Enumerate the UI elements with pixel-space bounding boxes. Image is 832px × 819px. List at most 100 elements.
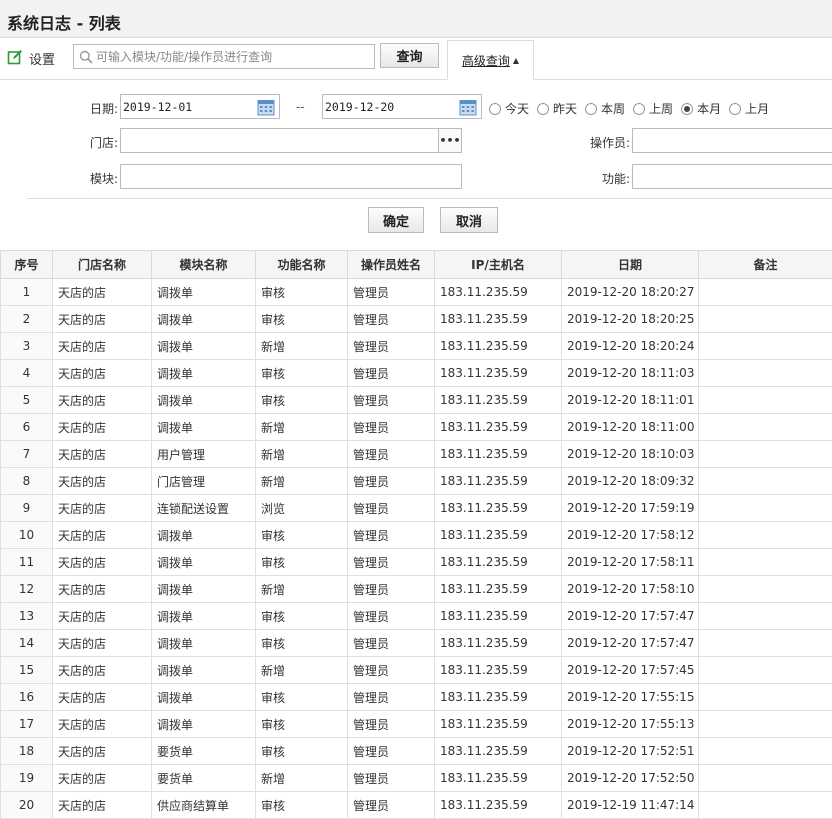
table-cell <box>698 413 832 441</box>
store-field[interactable]: ••• <box>120 128 462 153</box>
table-cell <box>698 440 832 468</box>
table-cell: 管理员 <box>347 332 435 360</box>
table-cell: 审核 <box>255 359 348 387</box>
date-to-field[interactable]: 2019-12-20 <box>322 94 482 119</box>
table-row[interactable]: 12 天店的店 调拨单 新增 管理员 183.11.235.59 2019-12-20 17… <box>0 575 832 603</box>
table-cell: 连锁配送设置 <box>151 494 256 522</box>
cancel-button[interactable]: 取消 <box>440 207 498 233</box>
settings-button[interactable]: 设置 <box>7 47 55 69</box>
table-cell: 2019-12-20 17:55:13 <box>561 710 699 738</box>
table-cell: 天店的店 <box>52 359 152 387</box>
table-row[interactable]: 10 天店的店 调拨单 审核 管理员 183.11.235.59 2019-12-20 17… <box>0 521 832 549</box>
table-cell <box>698 494 832 522</box>
radio-circle[interactable] <box>585 102 598 115</box>
radio-circle[interactable] <box>489 102 501 115</box>
query-button[interactable]: 查询 <box>380 43 439 68</box>
table-cell: 天店的店 <box>52 737 152 765</box>
column-header[interactable]: 备注 <box>698 250 832 279</box>
range-radio-1[interactable]: 昨天 <box>537 100 577 117</box>
table-row[interactable]: 5 天店的店 调拨单 审核 管理员 183.11.235.59 2019-12-20 18:… <box>0 386 832 414</box>
table-cell: 183.11.235.59 <box>434 629 562 657</box>
table-row[interactable]: 4 天店的店 调拨单 审核 管理员 183.11.235.59 2019-12-20 18:… <box>0 359 832 387</box>
table-cell: 天店的店 <box>52 575 152 603</box>
table-row[interactable]: 7 天店的店 用户管理 新增 管理员 183.11.235.59 2019-12-20 18… <box>0 440 832 468</box>
range-radio-5[interactable]: 上月 <box>729 100 769 117</box>
column-header[interactable]: 门店名称 <box>52 250 152 279</box>
table-cell: 管理员 <box>347 548 435 576</box>
confirm-button[interactable]: 确定 <box>368 207 424 233</box>
table-cell: 8 <box>0 467 53 495</box>
date-from-field[interactable]: 2019-12-01 <box>120 94 280 119</box>
table-cell: 要货单 <box>151 737 256 765</box>
table-cell: 183.11.235.59 <box>434 467 562 495</box>
table-cell: 用户管理 <box>151 440 256 468</box>
search-input[interactable] <box>96 47 372 66</box>
column-header[interactable]: IP/主机名 <box>434 250 562 279</box>
table-cell: 10 <box>0 521 53 549</box>
table-cell: 审核 <box>255 386 348 414</box>
column-header[interactable]: 模块名称 <box>151 250 256 279</box>
table-cell: 管理员 <box>347 278 435 306</box>
table-row[interactable]: 3 天店的店 调拨单 新增 管理员 183.11.235.59 2019-12-20 18:… <box>0 332 832 360</box>
table-cell: 审核 <box>255 710 348 738</box>
function-field[interactable] <box>632 164 832 189</box>
table-cell: 新增 <box>255 440 348 468</box>
table-cell: 20 <box>0 791 53 819</box>
table-cell: 新增 <box>255 656 348 684</box>
column-header[interactable]: 操作员姓名 <box>347 250 435 279</box>
radio-circle[interactable] <box>729 102 742 115</box>
table-row[interactable]: 20 天店的店 供应商结算单 审核 管理员 183.11.235.59 2019-12-19… <box>0 791 832 819</box>
table-cell: 2019-12-20 17:55:15 <box>561 683 699 711</box>
table-row[interactable]: 19 天店的店 要货单 新增 管理员 183.11.235.59 2019-12-20 17… <box>0 764 832 792</box>
table-row[interactable]: 8 天店的店 门店管理 新增 管理员 183.11.235.59 2019-12-20 18… <box>0 467 832 495</box>
table-cell: 门店管理 <box>151 467 256 495</box>
table-cell <box>698 386 832 414</box>
range-radio-2[interactable]: 本周 <box>585 100 625 117</box>
table-row[interactable]: 13 天店的店 调拨单 审核 管理员 183.11.235.59 2019-12-20 17… <box>0 602 832 630</box>
table-cell: 新增 <box>255 764 348 792</box>
table-row[interactable]: 9 天店的店 连锁配送设置 浏览 管理员 183.11.235.59 2019-12-20 … <box>0 494 832 522</box>
advanced-query-tab[interactable]: 高级查询 ▲ <box>447 40 534 80</box>
table-cell: 14 <box>0 629 53 657</box>
table-cell: 天店的店 <box>52 683 152 711</box>
table-row[interactable]: 11 天店的店 调拨单 审核 管理员 183.11.235.59 2019-12-20 17… <box>0 548 832 576</box>
table-row[interactable]: 18 天店的店 要货单 审核 管理员 183.11.235.59 2019-12-20 17… <box>0 737 832 765</box>
radio-circle[interactable] <box>633 102 646 115</box>
column-header[interactable]: 序号 <box>0 250 53 279</box>
table-cell: 天店的店 <box>52 548 152 576</box>
module-field[interactable] <box>120 164 462 189</box>
table-cell: 天店的店 <box>52 413 152 441</box>
table-cell: 183.11.235.59 <box>434 386 562 414</box>
radio-circle[interactable] <box>537 102 550 115</box>
column-header[interactable]: 功能名称 <box>255 250 348 279</box>
operator-field[interactable] <box>632 128 832 153</box>
table-cell: 183.11.235.59 <box>434 710 562 738</box>
settings-label: 设置 <box>29 52 56 68</box>
range-radio-3[interactable]: 上周 <box>633 100 673 117</box>
table-row[interactable]: 6 天店的店 调拨单 新增 管理员 183.11.235.59 2019-12-20 18:… <box>0 413 832 441</box>
table-cell: 9 <box>0 494 53 522</box>
table-row[interactable]: 14 天店的店 调拨单 审核 管理员 183.11.235.59 2019-12-20 17… <box>0 629 832 657</box>
table-cell: 管理员 <box>347 710 435 738</box>
range-radio-0[interactable]: 今天 <box>489 100 529 117</box>
table-cell: 管理员 <box>347 413 435 441</box>
table-cell <box>698 683 832 711</box>
column-header[interactable]: 日期 <box>561 250 699 279</box>
radio-circle[interactable] <box>681 102 694 115</box>
more-icon[interactable]: ••• <box>438 129 461 152</box>
table-row[interactable]: 2 天店的店 调拨单 审核 管理员 183.11.235.59 2019-12-20 18:… <box>0 305 832 333</box>
table-row[interactable]: 1 天店的店 调拨单 审核 管理员 183.11.235.59 2019-12-20 18:… <box>0 278 832 306</box>
table-cell: 管理员 <box>347 440 435 468</box>
table-row[interactable]: 15 天店的店 调拨单 新增 管理员 183.11.235.59 2019-12-20 17… <box>0 656 832 684</box>
table-cell: 183.11.235.59 <box>434 305 562 333</box>
table-row[interactable]: 16 天店的店 调拨单 审核 管理员 183.11.235.59 2019-12-20 17… <box>0 683 832 711</box>
table-cell: 调拨单 <box>151 629 256 657</box>
module-label: 模块: <box>89 172 118 186</box>
date-to-value: 2019-12-20 <box>325 100 395 114</box>
table-cell: 审核 <box>255 521 348 549</box>
table-row[interactable]: 17 天店的店 调拨单 审核 管理员 183.11.235.59 2019-12-20 17… <box>0 710 832 738</box>
table-cell: 2019-12-20 17:52:51 <box>561 737 699 765</box>
range-radio-4[interactable]: 本月 <box>681 100 721 117</box>
radio-label: 今天 <box>505 102 530 116</box>
table-cell: 管理员 <box>347 467 435 495</box>
